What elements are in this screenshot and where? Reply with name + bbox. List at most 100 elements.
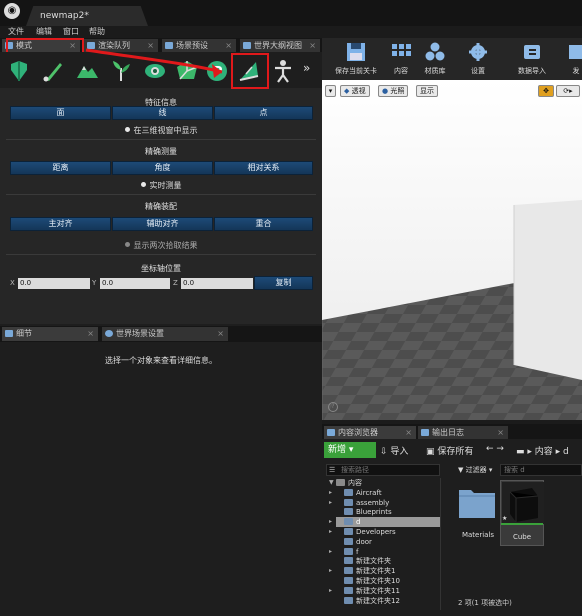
- expand-arrow-icon[interactable]: ▼: [329, 478, 334, 488]
- expand-arrow-icon[interactable]: ▸: [329, 527, 332, 537]
- close-icon[interactable]: ×: [405, 426, 412, 439]
- content-grid-icon: [392, 44, 411, 56]
- asset-cube[interactable]: ★ Cube: [500, 480, 544, 546]
- tab-details[interactable]: 细节 ×: [2, 327, 98, 341]
- lit-label: 光照: [390, 87, 405, 95]
- folder-icon: [344, 537, 353, 545]
- perspective-cube-icon: ◆: [344, 87, 350, 95]
- settings-label: 设置: [471, 67, 485, 75]
- tree-item[interactable]: 新建文件夹11: [344, 586, 400, 596]
- tree-item[interactable]: 新建文件夹1: [344, 566, 395, 576]
- tree-item-label: f: [356, 547, 359, 556]
- folder-icon: [344, 508, 353, 516]
- details-panel: 细节 × 世界场景设置 × 选择一个对象来查看详细信息。: [0, 324, 322, 616]
- expand-arrow-icon[interactable]: ▸: [329, 488, 332, 498]
- perspective-label: 透视: [351, 87, 366, 95]
- close-icon[interactable]: ×: [497, 426, 504, 439]
- content-browser-tabs: 内容浏览器 × 输出日志 ×: [322, 424, 582, 439]
- folder-icon: [344, 557, 353, 565]
- publish-button[interactable]: 发: [566, 38, 582, 80]
- viewport-options-dropdown[interactable]: ▾: [325, 85, 336, 97]
- lit-button[interactable]: ● 光照: [378, 85, 409, 97]
- asset-search-input[interactable]: 搜索 d: [500, 464, 582, 476]
- details-empty-message: 选择一个对象来查看详细信息。: [105, 356, 217, 365]
- folder-icon: [336, 479, 345, 486]
- tree-item[interactable]: Blueprints: [344, 507, 392, 517]
- tree-item-label: Developers: [356, 528, 396, 536]
- save-all-button[interactable]: ▣ 保存所有: [426, 444, 473, 457]
- publish-icon: [569, 45, 582, 59]
- tree-item[interactable]: assembly: [344, 498, 389, 508]
- tree-item[interactable]: door: [344, 537, 372, 547]
- back-forward-icons[interactable]: ← →: [486, 444, 504, 454]
- gear-icon: [469, 43, 487, 61]
- expand-arrow-icon[interactable]: ▸: [329, 498, 332, 508]
- asset-materials[interactable]: [458, 484, 496, 520]
- expand-arrow-icon[interactable]: ▸: [329, 517, 332, 527]
- perspective-button[interactable]: ◆ 透视: [340, 85, 370, 97]
- tree-divider: [440, 478, 441, 610]
- close-icon[interactable]: ×: [87, 327, 94, 340]
- tree-item[interactable]: d: [344, 517, 360, 527]
- viewport-scene: [322, 80, 582, 420]
- cube-thumbnail-icon: [502, 482, 544, 524]
- filter-button[interactable]: ▼ 过滤器 ▾: [458, 465, 492, 475]
- lit-sphere-icon: ●: [382, 87, 389, 95]
- breadcrumb: ▬ ▸ 内容 ▸ d: [516, 447, 569, 457]
- details-tab-icon: [5, 330, 13, 337]
- import-label: 导入: [390, 447, 409, 457]
- folder-icon: [459, 490, 495, 518]
- star-icon: ★: [502, 515, 508, 522]
- breadcrumb-d[interactable]: d: [563, 447, 569, 457]
- new-label: 新增: [328, 445, 347, 455]
- tree-item-label: door: [356, 537, 372, 546]
- tree-item[interactable]: 新建文件夹12: [344, 596, 400, 606]
- output-log-tab-icon: [421, 429, 429, 436]
- tree-item-label: 新建文件夹10: [356, 577, 400, 585]
- path-search-input[interactable]: ☰ 搜索路径: [326, 464, 440, 476]
- folder-icon: [344, 596, 353, 604]
- expand-arrow-icon[interactable]: ▸: [329, 586, 332, 596]
- show-button[interactable]: 显示: [416, 85, 438, 97]
- tab-world-settings-label: 世界场景设置: [116, 329, 164, 338]
- transform-move-icon[interactable]: ✥: [538, 85, 554, 97]
- folder-icon: [344, 498, 353, 506]
- tree-item[interactable]: 内容: [336, 478, 362, 488]
- tree-item[interactable]: 新建文件夹: [344, 556, 391, 566]
- tab-content-browser[interactable]: 内容浏览器 ×: [324, 426, 416, 439]
- content-browser-tab-icon: [327, 429, 335, 436]
- tab-world-settings[interactable]: 世界场景设置 ×: [102, 327, 228, 341]
- tree-item-label: 新建文件夹1: [356, 567, 396, 576]
- help-icon[interactable]: ?: [328, 402, 338, 412]
- tree-item[interactable]: Developers: [344, 527, 396, 537]
- settings-button[interactable]: 设置: [456, 38, 500, 80]
- save-all-label: 保存所有: [437, 447, 474, 457]
- new-button[interactable]: 新增 ▾: [324, 442, 376, 458]
- publish-label: 发: [572, 67, 580, 75]
- close-icon[interactable]: ×: [217, 327, 224, 340]
- breadcrumb-content[interactable]: 内容: [535, 447, 553, 457]
- tab-content-browser-label: 内容浏览器: [338, 428, 378, 437]
- tab-output-log[interactable]: 输出日志 ×: [418, 426, 508, 439]
- expand-arrow-icon[interactable]: ▸: [329, 566, 332, 576]
- tree-item-label: 新建文件夹: [356, 557, 391, 566]
- tree-item-label: assembly: [356, 498, 390, 507]
- data-import-label: 数据导入: [518, 67, 546, 75]
- save-level-button[interactable]: 保存当前关卡: [328, 38, 384, 80]
- tree-item[interactable]: Aircraft: [344, 488, 382, 498]
- tree-item-label: Blueprints: [356, 508, 392, 517]
- data-import-button[interactable]: 数据导入: [508, 38, 556, 80]
- tree-item[interactable]: f: [344, 547, 358, 557]
- save-icon: [347, 43, 365, 61]
- tab-details-label: 细节: [16, 329, 32, 338]
- expand-arrow-icon[interactable]: ▸: [329, 547, 332, 557]
- import-button[interactable]: ⇩ 导入: [380, 444, 408, 457]
- tree-item[interactable]: 新建文件夹10: [344, 576, 400, 586]
- tab-output-log-label: 输出日志: [432, 428, 464, 437]
- main-toolbar: 保存当前关卡 内容 材质库 设置 数据导入 发: [322, 38, 582, 80]
- material-library-button[interactable]: 材质库: [414, 38, 456, 80]
- tree-item-label: d: [356, 518, 361, 527]
- 3d-viewport[interactable]: ▾ ◆ 透视 ● 光照 显示 ✥ ⟳▸ ?: [322, 80, 582, 420]
- rotate-icon[interactable]: ⟳▸: [556, 85, 580, 97]
- asset-cube-label: Cube: [512, 533, 532, 541]
